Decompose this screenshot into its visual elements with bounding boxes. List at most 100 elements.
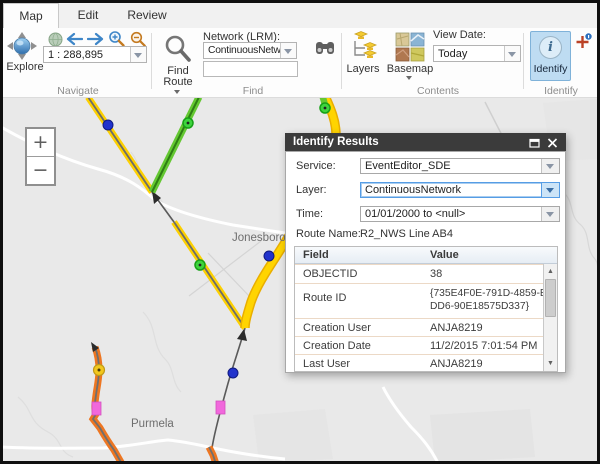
magnifier-icon — [163, 34, 193, 64]
map-scale-dropdown-button[interactable] — [130, 47, 146, 62]
group-label-identify: Identify — [528, 85, 594, 97]
group-label-find: Find — [213, 85, 293, 97]
chevron-down-icon — [134, 53, 142, 58]
marker-yellow-dot[interactable] — [94, 365, 105, 376]
explore-button[interactable] — [7, 32, 41, 62]
network-combobox[interactable]: ContinuousNetwork — [203, 42, 297, 59]
attributes-table-header: Field Value — [295, 247, 557, 264]
basemap-icon — [394, 31, 426, 63]
basemap-button-label: Basemap — [386, 63, 434, 75]
layers-icon — [347, 31, 379, 63]
tab-edit[interactable]: Edit — [59, 3, 117, 29]
place-label-jonesboro: Jonesboro — [232, 232, 286, 244]
maximize-button[interactable] — [529, 136, 542, 148]
find-route-button[interactable] — [163, 34, 195, 64]
layers-button[interactable] — [347, 31, 379, 63]
table-row[interactable]: Creation User ANJA8219 — [295, 318, 557, 336]
chevron-down-icon[interactable] — [406, 76, 412, 80]
layer-combobox[interactable]: ContinuousNetwork — [360, 182, 560, 198]
layer-value: ContinuousNetwork — [365, 183, 541, 197]
zoom-in-button[interactable]: + — [27, 129, 54, 157]
identify-results-body: Service: EventEditor_SDE Layer: Continuo… — [285, 151, 566, 373]
attributes-table: Field Value OBJECTID 38 Route ID {735E4F… — [294, 246, 558, 372]
chevron-down-icon — [546, 164, 554, 169]
previous-extent-button[interactable] — [65, 31, 83, 47]
map-zoom-control: + − — [25, 127, 56, 186]
view-date-combobox[interactable]: Today — [433, 45, 521, 62]
find-route-label-line2: Route — [156, 76, 200, 88]
group-label-navigate: Navigate — [23, 85, 133, 97]
arrow-left-icon — [65, 31, 83, 47]
place-label-purmela: Purmela — [131, 418, 174, 430]
time-label: Time: — [296, 208, 323, 220]
next-extent-button[interactable] — [87, 31, 105, 47]
layer-label: Layer: — [296, 184, 327, 196]
tab-map[interactable]: Map — [3, 3, 59, 29]
chevron-down-icon — [508, 52, 516, 57]
layers-button-label: Layers — [341, 63, 385, 75]
search-network-button[interactable] — [315, 40, 335, 56]
chevron-down-icon — [546, 188, 554, 193]
ribbon: Explore — [3, 28, 597, 98]
chevron-down-icon — [546, 212, 554, 217]
tab-review[interactable]: Review — [117, 3, 177, 29]
chevron-down-icon — [284, 49, 292, 54]
arrow-right-icon — [87, 31, 105, 47]
map-patch — [253, 409, 333, 461]
identify-button[interactable]: i Identify — [530, 31, 571, 81]
ribbon-separator — [151, 33, 152, 89]
map-scale-combobox[interactable]: 1 : 288,895 — [43, 46, 147, 63]
ribbon-separator — [341, 33, 342, 89]
column-header-value: Value — [422, 247, 557, 263]
time-value: 01/01/2000 to <null> — [365, 207, 541, 221]
view-date-dropdown-button[interactable] — [504, 46, 520, 61]
table-row[interactable]: Route ID {735E4F0E-791D-4859-BDD6-90E185… — [295, 283, 557, 318]
service-value: EventEditor_SDE — [365, 159, 541, 173]
view-date-label: View Date: — [433, 29, 503, 41]
table-row[interactable]: Last User ANJA8219 — [295, 354, 557, 372]
app-window: Jonesboro Purmela + − Map Edit Review Ex… — [0, 0, 600, 464]
time-combobox[interactable]: 01/01/2000 to <null> — [360, 206, 560, 222]
time-dropdown-button[interactable] — [541, 207, 559, 221]
explore-icon — [7, 32, 37, 62]
table-scrollbar[interactable]: ▲ ▼ — [543, 264, 557, 371]
route-name-value: R2_NWS Line AB4 — [360, 228, 453, 240]
identify-route-location-button[interactable] — [575, 33, 592, 49]
close-icon — [547, 138, 558, 148]
scrollbar-thumb[interactable] — [545, 279, 556, 317]
chevron-down-icon[interactable] — [174, 90, 180, 94]
ribbon-tab-bar: Map Edit Review — [3, 3, 597, 29]
group-label-contents: Contents — [393, 85, 483, 97]
explore-button-label: Explore — [3, 61, 47, 73]
layer-dropdown-button[interactable] — [541, 183, 559, 197]
crosshair-info-icon — [575, 33, 592, 49]
binoculars-icon — [315, 40, 335, 56]
maximize-icon — [529, 138, 540, 148]
full-extent-button[interactable] — [48, 32, 63, 47]
network-value: ContinuousNetwork — [208, 43, 280, 59]
network-dropdown-button[interactable] — [280, 43, 296, 58]
close-button[interactable] — [547, 136, 560, 148]
view-date-value: Today — [438, 46, 504, 62]
service-label: Service: — [296, 160, 336, 172]
globe-icon — [48, 32, 63, 47]
map-scale-value: 1 : 288,895 — [48, 47, 130, 63]
ribbon-separator — [523, 33, 524, 89]
table-row[interactable]: Creation Date 11/2/2015 7:01:54 PM — [295, 336, 557, 354]
route-name-label: Route Name: — [296, 228, 361, 240]
identify-results-title: Identify Results — [293, 136, 379, 148]
identify-button-label: Identify — [531, 63, 570, 75]
map-patch — [430, 409, 535, 461]
column-header-field: Field — [295, 247, 422, 263]
identify-i-icon: i — [539, 36, 562, 59]
service-dropdown-button[interactable] — [541, 159, 559, 173]
find-route-input[interactable] — [203, 61, 298, 77]
table-row[interactable]: OBJECTID 38 — [295, 264, 557, 283]
scroll-up-icon[interactable]: ▲ — [544, 265, 557, 278]
identify-results-window: Identify Results Service: EventEditor_SD… — [285, 133, 566, 373]
identify-results-titlebar[interactable]: Identify Results — [285, 133, 566, 151]
service-combobox[interactable]: EventEditor_SDE — [360, 158, 560, 174]
zoom-out-button[interactable]: − — [27, 157, 54, 184]
scroll-down-icon[interactable]: ▼ — [544, 357, 557, 370]
basemap-button[interactable] — [394, 31, 426, 63]
